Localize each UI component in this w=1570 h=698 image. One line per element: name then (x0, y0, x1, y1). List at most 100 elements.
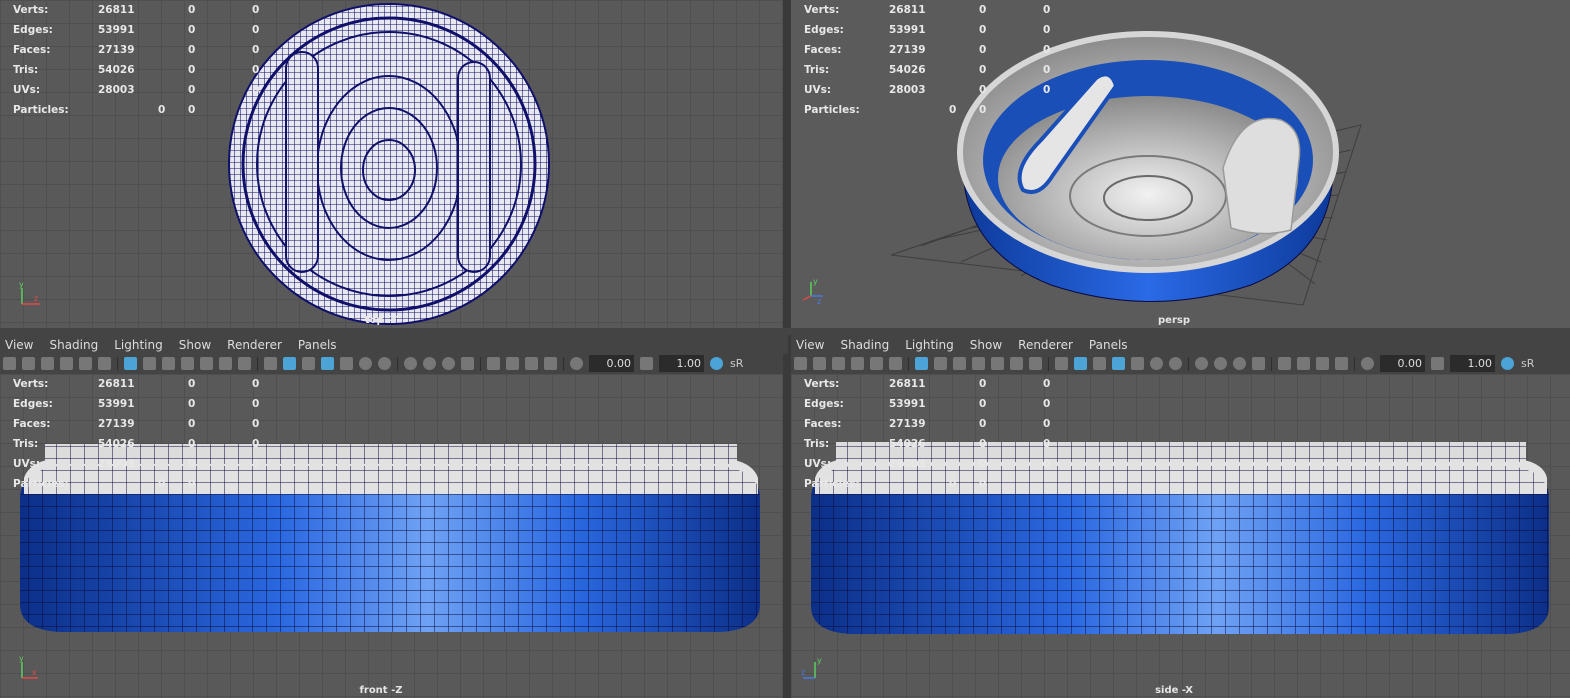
default-material-icon[interactable] (302, 357, 315, 370)
depth-of-field-icon[interactable] (1252, 357, 1265, 370)
svg-text:y: y (817, 656, 822, 665)
resolution-gate-icon[interactable] (162, 357, 175, 370)
field-chart-icon[interactable] (200, 357, 213, 370)
isolate-select-icon[interactable] (1278, 357, 1291, 370)
image-plane-icon[interactable] (851, 357, 864, 370)
viewport-persp[interactable]: Verts: 26811 0 0 Edges: 53991 0 0 Faces: 27139 0… (791, 0, 1570, 328)
camera-select-icon[interactable] (794, 357, 807, 370)
safe-title-icon[interactable] (1029, 357, 1042, 370)
xray-active-icon[interactable] (525, 357, 538, 370)
film-gate-icon[interactable] (934, 357, 947, 370)
gate-mask-icon[interactable] (181, 357, 194, 370)
color-space-label[interactable]: sR (730, 357, 743, 370)
viewport-front[interactable]: Verts: 26811 0 0 Edges: 53991 0 0 Faces: 27139 0… (0, 374, 783, 698)
gamma-icon[interactable] (640, 357, 653, 370)
viewport-camera-label: persp (1158, 315, 1190, 326)
grease-pencil-icon[interactable] (98, 357, 111, 370)
use-all-lights-icon[interactable] (1150, 357, 1163, 370)
backface-icon[interactable] (1335, 357, 1348, 370)
2d-pan-icon[interactable] (870, 357, 883, 370)
xray-joints-icon[interactable] (1297, 357, 1310, 370)
screen-space-ao-icon[interactable] (1195, 357, 1208, 370)
exposure-icon[interactable] (1361, 357, 1374, 370)
viewport-camera-label: front -Z (359, 685, 403, 696)
toolbar-separator (1188, 356, 1189, 371)
safe-title-icon[interactable] (238, 357, 251, 370)
screen-space-ao-icon[interactable] (404, 357, 417, 370)
svg-text:z: z (817, 297, 821, 304)
toolbar-separator (257, 356, 258, 371)
menu-show[interactable]: Show (179, 338, 211, 352)
wireframe-icon[interactable] (1055, 357, 1068, 370)
svg-text:z: z (801, 668, 805, 677)
wireframe-icon[interactable] (264, 357, 277, 370)
bookmark-icon[interactable] (41, 357, 54, 370)
toolbar-separator (480, 356, 481, 371)
anti-aliasing-icon[interactable] (1233, 357, 1246, 370)
toolbar-separator (563, 356, 564, 371)
xray-active-icon[interactable] (1316, 357, 1329, 370)
grid-toggle-icon[interactable] (124, 357, 137, 370)
shadows-icon[interactable] (1169, 357, 1182, 370)
menu-lighting[interactable]: Lighting (114, 338, 163, 352)
menu-view[interactable]: View (796, 338, 824, 352)
gamma-field[interactable] (659, 355, 704, 372)
color-management-icon[interactable] (710, 357, 723, 370)
viewport-divider-horizontal[interactable] (0, 328, 1570, 335)
bookmark-icon[interactable] (832, 357, 845, 370)
isolate-select-icon[interactable] (487, 357, 500, 370)
menu-renderer[interactable]: Renderer (227, 338, 282, 352)
exposure-field[interactable] (589, 355, 634, 372)
wireframe-on-shaded-icon[interactable] (1112, 357, 1125, 370)
camera-attributes-icon[interactable] (22, 357, 35, 370)
smooth-shade-icon[interactable] (283, 357, 296, 370)
gate-mask-icon[interactable] (972, 357, 985, 370)
side-view-model (811, 442, 1549, 634)
motion-blur-icon[interactable] (1214, 357, 1227, 370)
svg-text:y: y (19, 654, 24, 663)
grid-toggle-icon[interactable] (915, 357, 928, 370)
smooth-shade-icon[interactable] (1074, 357, 1087, 370)
xray-icon[interactable] (1131, 357, 1144, 370)
menu-view[interactable]: View (5, 338, 33, 352)
menu-lighting[interactable]: Lighting (905, 338, 954, 352)
menu-show[interactable]: Show (970, 338, 1002, 352)
film-gate-icon[interactable] (143, 357, 156, 370)
safe-action-icon[interactable] (1010, 357, 1023, 370)
color-space-label[interactable]: sR (1521, 357, 1534, 370)
menu-shading[interactable]: Shading (840, 338, 889, 352)
axis-gizmo-icon: y z (802, 277, 823, 304)
persp-view-model (890, 31, 1362, 306)
menu-panels[interactable]: Panels (1089, 338, 1128, 352)
xray-icon[interactable] (340, 357, 353, 370)
anti-aliasing-icon[interactable] (442, 357, 455, 370)
menu-shading[interactable]: Shading (49, 338, 98, 352)
menu-panels[interactable]: Panels (298, 338, 337, 352)
wireframe-on-shaded-icon[interactable] (321, 357, 334, 370)
toolbar-separator (117, 356, 118, 371)
viewport-top[interactable]: Verts: 26811 0 0 Edges: 53991 0 0 Faces: 27139 0… (0, 0, 783, 328)
svg-text:y: y (813, 277, 818, 286)
resolution-gate-icon[interactable] (953, 357, 966, 370)
default-material-icon[interactable] (1093, 357, 1106, 370)
gamma-field[interactable] (1450, 355, 1495, 372)
camera-select-icon[interactable] (3, 357, 16, 370)
2d-pan-icon[interactable] (79, 357, 92, 370)
menu-renderer[interactable]: Renderer (1018, 338, 1073, 352)
camera-attributes-icon[interactable] (813, 357, 826, 370)
backface-icon[interactable] (544, 357, 557, 370)
gamma-icon[interactable] (1431, 357, 1444, 370)
grease-pencil-icon[interactable] (889, 357, 902, 370)
use-all-lights-icon[interactable] (359, 357, 372, 370)
viewport-side[interactable]: Verts: 26811 0 0 Edges: 53991 0 0 Faces: 27139 0… (791, 374, 1570, 698)
depth-of-field-icon[interactable] (461, 357, 474, 370)
shadows-icon[interactable] (378, 357, 391, 370)
color-management-icon[interactable] (1501, 357, 1514, 370)
exposure-field[interactable] (1380, 355, 1425, 372)
xray-joints-icon[interactable] (506, 357, 519, 370)
exposure-icon[interactable] (570, 357, 583, 370)
field-chart-icon[interactable] (991, 357, 1004, 370)
motion-blur-icon[interactable] (423, 357, 436, 370)
image-plane-icon[interactable] (60, 357, 73, 370)
safe-action-icon[interactable] (219, 357, 232, 370)
